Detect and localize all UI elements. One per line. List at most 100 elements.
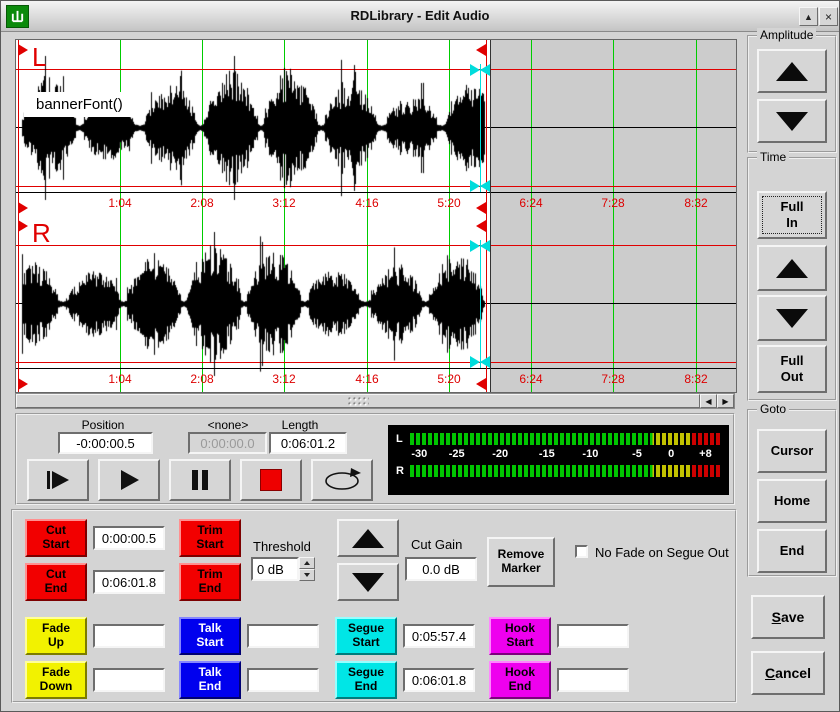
cut-start-marker[interactable] <box>18 44 28 56</box>
segue-end-field[interactable] <box>403 668 475 692</box>
save-button[interactable]: Save <box>751 595 825 639</box>
titlebar: RDLibrary - Edit Audio ▲ × <box>1 1 839 32</box>
cancel-button[interactable]: Cancel <box>751 651 825 695</box>
position-field[interactable] <box>58 432 153 454</box>
cut-end-field[interactable] <box>93 570 165 594</box>
time-label: 5:20 <box>429 372 469 386</box>
goto-end-button[interactable]: End <box>757 529 827 573</box>
segue-end-marker[interactable] <box>480 180 490 192</box>
length-field[interactable] <box>269 432 347 454</box>
segue-end-marker[interactable] <box>480 356 490 368</box>
cut-gain-label: Cut Gain <box>411 537 462 552</box>
scrollbar-thumb[interactable] <box>16 394 700 408</box>
segue-end-button[interactable]: Segue End <box>335 661 397 699</box>
segue-end-marker[interactable] <box>480 64 490 76</box>
talk-start-button[interactable]: Talk Start <box>179 617 241 655</box>
scroll-left-button[interactable]: ◀ <box>700 394 717 408</box>
audio-end-line <box>490 216 491 392</box>
pause-button[interactable] <box>169 459 231 501</box>
amplitude-up-button[interactable] <box>757 49 827 93</box>
talk-end-field[interactable] <box>247 668 319 692</box>
hook-end-button[interactable]: Hook End <box>489 661 551 699</box>
waveform-scrollbar[interactable]: ◀ ▶ <box>15 393 735 409</box>
gain-up-button[interactable] <box>337 519 399 557</box>
time-label: 7:28 <box>593 372 633 386</box>
time-label: 7:28 <box>593 196 633 210</box>
full-out-button[interactable]: Full Out <box>757 345 827 393</box>
segue-start-button[interactable]: Segue Start <box>335 617 397 655</box>
time-label: 1:04 <box>100 372 140 386</box>
segue-start-marker[interactable] <box>470 180 480 192</box>
cut-start-line[interactable] <box>18 40 19 216</box>
gain-down-button[interactable] <box>337 563 399 601</box>
goto-home-button[interactable]: Home <box>757 479 827 523</box>
time-label: 1:04 <box>100 196 140 210</box>
audio-meter: L -30 -25 -20 -15 -10 -5 0 +8 R <box>388 425 729 495</box>
waveform-channel-left[interactable]: 1:042:083:124:165:206:247:288:32 L banne… <box>16 40 736 216</box>
loop-button[interactable] <box>311 459 373 501</box>
fade-up-button[interactable]: Fade Up <box>25 617 87 655</box>
fade-down-field[interactable] <box>93 668 165 692</box>
time-label: 3:12 <box>264 372 304 386</box>
cut-gain-field[interactable] <box>405 557 477 581</box>
time-zoom-in-button[interactable] <box>757 245 827 291</box>
cut-start-line[interactable] <box>18 216 19 392</box>
threshold-up-button[interactable] <box>299 557 315 569</box>
time-label: 6:24 <box>511 196 551 210</box>
hook-start-button[interactable]: Hook Start <box>489 617 551 655</box>
amplitude-down-button[interactable] <box>757 99 827 143</box>
segue-line[interactable] <box>480 64 481 192</box>
stop-button[interactable] <box>240 459 302 501</box>
down-arrow-icon <box>304 573 310 577</box>
threshold-down-button[interactable] <box>299 569 315 581</box>
trim-start-button[interactable]: Trim Start <box>179 519 241 557</box>
full-in-button[interactable]: Full In <box>757 191 827 239</box>
cut-end-marker[interactable] <box>476 378 486 390</box>
waveform-canvas-right[interactable] <box>16 216 736 392</box>
play-from-start-button[interactable] <box>27 459 89 501</box>
fade-up-field[interactable] <box>93 624 165 648</box>
trim-end-button[interactable]: Trim End <box>179 563 241 601</box>
talk-end-button[interactable]: Talk End <box>179 661 241 699</box>
waveform-canvas-left[interactable] <box>16 40 736 216</box>
play-button[interactable] <box>98 459 160 501</box>
segue-start-field[interactable] <box>403 624 475 648</box>
cut-end-marker[interactable] <box>476 220 486 232</box>
shade-window-button[interactable]: ▲ <box>799 7 818 26</box>
talk-start-field[interactable] <box>247 624 319 648</box>
time-label: 2:08 <box>182 196 222 210</box>
cut-end-marker[interactable] <box>476 44 486 56</box>
scroll-right-button[interactable]: ▶ <box>717 394 734 408</box>
no-fade-checkbox[interactable] <box>575 545 588 558</box>
goto-group-title: Goto <box>757 402 789 416</box>
scale-tick: -20 <box>492 448 508 460</box>
segue-start-marker[interactable] <box>470 240 480 252</box>
remove-marker-button[interactable]: Remove Marker <box>487 537 555 587</box>
segue-start-marker[interactable] <box>470 64 480 76</box>
time-label: 3:12 <box>264 196 304 210</box>
meter-scale: -30 -25 -20 -15 -10 -5 0 +8 <box>410 447 721 462</box>
threshold-input[interactable] <box>251 557 299 581</box>
amplitude-group-title: Amplitude <box>757 28 816 42</box>
window-title: RDLibrary - Edit Audio <box>1 1 839 31</box>
hook-end-field[interactable] <box>557 668 629 692</box>
time-zoom-out-button[interactable] <box>757 295 827 341</box>
cut-start-marker[interactable] <box>18 220 28 232</box>
time-label: 8:32 <box>676 196 716 210</box>
segue-end-marker[interactable] <box>480 240 490 252</box>
banner-label: bannerFont() <box>24 92 135 117</box>
cut-end-marker[interactable] <box>476 202 486 214</box>
hook-start-field[interactable] <box>557 624 629 648</box>
scale-tick: -30 <box>411 448 427 460</box>
waveform-channel-right[interactable]: 1:042:083:124:165:206:247:288:32 R <box>16 216 736 392</box>
cut-start-field[interactable] <box>93 526 165 550</box>
cut-start-button[interactable]: Cut Start <box>25 519 87 557</box>
cut-start-marker[interactable] <box>18 202 28 214</box>
cut-start-marker[interactable] <box>18 378 28 390</box>
goto-cursor-button[interactable]: Cursor <box>757 429 827 473</box>
close-window-button[interactable]: × <box>819 7 838 26</box>
segue-start-marker[interactable] <box>470 356 480 368</box>
cut-end-button[interactable]: Cut End <box>25 563 87 601</box>
segue-line[interactable] <box>480 240 481 368</box>
fade-down-button[interactable]: Fade Down <box>25 661 87 699</box>
